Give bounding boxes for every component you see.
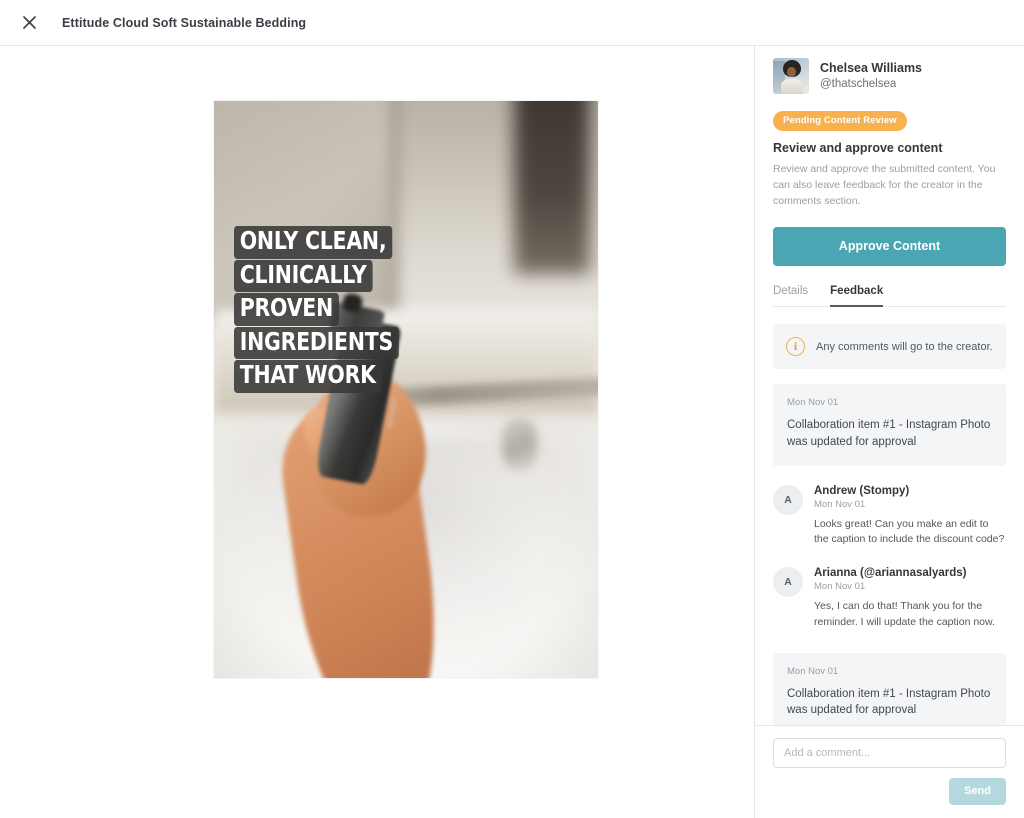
event-date: Mon Nov 01 xyxy=(787,665,839,677)
event-text: Collaboration item #1 - Instagram Photo … xyxy=(787,419,991,448)
send-button[interactable]: Send xyxy=(949,778,1006,805)
comment-avatar: A xyxy=(773,567,803,598)
overlay-caption-line: INGREDIENTS xyxy=(234,326,399,359)
media-preview-pane: ettitude ONLY CLEAN, CLINICALLY PROVEN I… xyxy=(0,46,755,818)
event-date: Mon Nov 01 xyxy=(787,397,839,409)
avatar xyxy=(773,58,809,94)
info-callout: i Any comments will go to the creator. xyxy=(773,324,1006,370)
photo-overlay-caption: ONLY CLEAN, CLINICALLY PROVEN INGREDIENT… xyxy=(234,226,435,393)
feed-event-card: Mon Nov 01 Collaboration item #1 - Insta… xyxy=(773,652,1006,725)
info-callout-text: Any comments will go to the creator. xyxy=(816,340,993,353)
close-icon[interactable] xyxy=(14,8,44,38)
creator-name: Chelsea Williams xyxy=(820,60,923,75)
comment-date: Mon Nov 01 xyxy=(814,581,866,593)
comment-avatar: A xyxy=(773,484,803,515)
overlay-caption-line: PROVEN xyxy=(234,293,339,326)
modal-header: Ettitude Cloud Soft Sustainable Bedding xyxy=(0,0,1024,46)
overlay-caption-line: THAT WORK xyxy=(234,360,382,393)
comment-item: A Andrew (Stompy) Mon Nov 01 Looks great… xyxy=(773,484,1006,549)
comment-text: Looks great! Can you make an edit to the… xyxy=(814,517,1005,546)
comment-date: Mon Nov 01 xyxy=(814,498,866,510)
status-badge: Pending Content Review xyxy=(773,111,907,131)
creator-handle: @thatschelsea xyxy=(820,77,897,90)
review-sidebar: Chelsea Williams @thatschelsea Pending C… xyxy=(755,46,1024,818)
content-approval-modal: Ettitude Cloud Soft Sustainable Bedding xyxy=(0,0,1024,818)
comment-author: Arianna (@ariannasalyards) xyxy=(814,567,967,580)
approve-content-button[interactable]: Approve Content xyxy=(773,227,1006,267)
instagram-photo-preview[interactable]: ettitude ONLY CLEAN, CLINICALLY PROVEN I… xyxy=(214,101,598,678)
tab-details[interactable]: Details xyxy=(773,285,808,306)
overlay-caption-line: CLINICALLY xyxy=(234,259,373,292)
creator-summary: Chelsea Williams @thatschelsea xyxy=(773,46,1006,94)
section-title: Review and approve content xyxy=(773,141,943,155)
tab-feedback[interactable]: Feedback xyxy=(830,285,884,308)
comment-text: Yes, I can do that! Thank you for the re… xyxy=(814,600,995,628)
sidebar-scroll-area[interactable]: Chelsea Williams @thatschelsea Pending C… xyxy=(755,46,1024,725)
sidebar-tabs: Details Feedback xyxy=(773,285,1006,308)
section-description: Review and approve the submitted content… xyxy=(773,163,996,207)
feed-event-card: Mon Nov 01 Collaboration item #1 - Insta… xyxy=(773,384,1006,466)
event-text: Collaboration item #1 - Instagram Photo … xyxy=(787,687,991,717)
overlay-caption-line: ONLY CLEAN, xyxy=(234,226,393,259)
page-title: Ettitude Cloud Soft Sustainable Bedding xyxy=(62,15,307,30)
comment-author: Andrew (Stompy) xyxy=(814,484,910,497)
comment-composer: Send xyxy=(755,725,1024,818)
modal-body: ettitude ONLY CLEAN, CLINICALLY PROVEN I… xyxy=(0,46,1024,818)
info-circle-icon: i xyxy=(786,337,805,357)
comment-item: A Arianna (@ariannasalyards) Mon Nov 01 … xyxy=(773,567,1006,631)
comment-input[interactable] xyxy=(773,738,1006,768)
